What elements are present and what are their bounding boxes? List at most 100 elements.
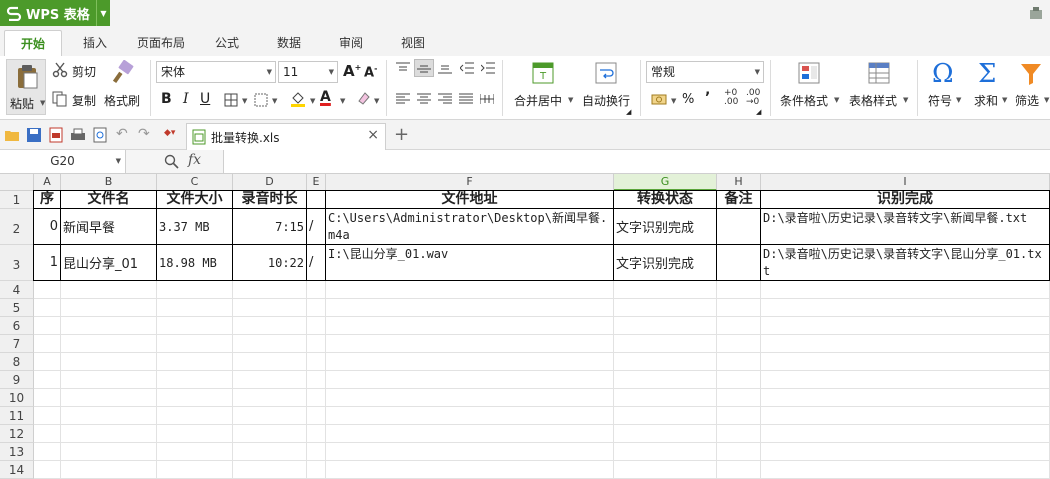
chevron-down-icon[interactable]: ▼ (96, 0, 110, 26)
open-folder-icon[interactable] (4, 127, 20, 143)
font-name-select[interactable]: 宋体 ▼ (156, 61, 276, 83)
table-header-cell[interactable]: 文件地址 (326, 191, 614, 209)
export-pdf-icon[interactable] (48, 127, 64, 143)
copy-button[interactable]: 复制 (72, 92, 96, 109)
merge-center-button[interactable]: T 合并居中 ▼ (510, 60, 576, 116)
align-top-icon[interactable] (396, 62, 410, 74)
row-header-5[interactable]: 5 (0, 299, 34, 317)
zoom-icon[interactable] (164, 154, 179, 169)
table-cell[interactable]: 10:22 (233, 245, 307, 281)
row-header-11[interactable]: 11 (0, 407, 34, 425)
align-bottom-icon[interactable] (438, 62, 452, 74)
row-header-2[interactable]: 2 (0, 209, 34, 245)
column-header-a[interactable]: A (34, 174, 61, 191)
increase-font-icon[interactable]: A+ (343, 62, 361, 80)
table-style-button[interactable]: 表格样式 ▼ (846, 60, 912, 116)
bold-icon[interactable]: B (161, 91, 172, 107)
column-header-e[interactable]: E (307, 174, 326, 191)
table-cell[interactable]: 新闻早餐 (61, 209, 157, 245)
table-header-cell[interactable]: 文件大小 (157, 191, 233, 209)
chevron-down-icon[interactable]: ▼ (272, 97, 277, 105)
table-header-cell[interactable]: 转换状态 (614, 191, 717, 209)
name-box[interactable]: G20 ▼ (0, 150, 126, 173)
function-icon[interactable]: fx (188, 152, 201, 168)
sum-button[interactable]: Σ 求和 ▼ (968, 60, 1010, 116)
row-header-13[interactable]: 13 (0, 443, 34, 461)
clear-format-icon[interactable] (355, 91, 371, 107)
table-cell[interactable]: / (307, 209, 326, 245)
font-size-select[interactable]: 11 ▼ (278, 61, 338, 83)
row-header-1[interactable]: 1 (0, 191, 34, 209)
formula-input[interactable] (224, 150, 1050, 173)
redo-icon[interactable]: ↷ (138, 126, 150, 142)
table-cell[interactable]: 18.98 MB (157, 245, 233, 281)
chevron-down-icon[interactable]: ▼ (340, 97, 345, 105)
document-tab[interactable]: 批量转换.xls × (186, 123, 386, 150)
customize-toolbar-icon[interactable]: ◆▾ (164, 128, 175, 138)
symbol-button[interactable]: Ω 符号 ▼ (922, 60, 964, 116)
table-cell[interactable]: 文字识别完成 (614, 245, 717, 281)
chevron-down-icon[interactable]: ▼ (374, 97, 379, 105)
underline-icon[interactable]: U (200, 91, 210, 107)
column-header-d[interactable]: D (233, 174, 307, 191)
format-painter-button[interactable]: 格式刷 (104, 92, 140, 109)
fill-color-icon[interactable] (290, 90, 306, 108)
tab-review[interactable]: 审阅 (324, 30, 378, 56)
tab-home[interactable]: 开始 (4, 30, 62, 56)
app-menu-button[interactable]: WPS 表格 ▼ (0, 0, 110, 26)
dialog-launcher-icon[interactable]: ◢ (626, 108, 631, 116)
print-icon[interactable] (70, 127, 86, 143)
table-header-cell[interactable]: 录音时长 (233, 191, 307, 209)
new-tab-icon[interactable]: + (394, 124, 409, 145)
format-painter-icon[interactable] (110, 60, 136, 86)
save-icon[interactable] (26, 127, 42, 143)
filter-button[interactable]: 筛选 ▼ (1012, 60, 1050, 116)
paste-button[interactable]: 粘贴 ▼ (6, 59, 46, 115)
table-cell[interactable]: 1 (34, 245, 61, 281)
conditional-format-button[interactable]: 条件格式 ▼ (776, 60, 842, 116)
tab-insert[interactable]: 插入 (70, 30, 120, 56)
cell-style-icon[interactable] (254, 93, 268, 107)
tab-view[interactable]: 视图 (386, 30, 440, 56)
decrease-decimal-icon[interactable]: .00 →0 (746, 89, 760, 107)
row-header-12[interactable]: 12 (0, 425, 34, 443)
table-header-cell[interactable]: 序 (34, 191, 61, 209)
table-cell[interactable]: 昆山分享_01 (61, 245, 157, 281)
dialog-launcher-icon[interactable]: ◢ (756, 108, 761, 116)
distributed-align-icon[interactable] (480, 93, 494, 105)
row-header-6[interactable]: 6 (0, 317, 34, 335)
row-header-7[interactable]: 7 (0, 335, 34, 353)
copy-icon[interactable] (52, 91, 68, 107)
column-header-i[interactable]: I (761, 174, 1050, 191)
table-cell[interactable]: 7:15 (233, 209, 307, 245)
align-middle-button[interactable] (414, 59, 434, 77)
table-header-cell[interactable]: 识别完成 (761, 191, 1050, 209)
increase-indent-icon[interactable] (481, 62, 495, 74)
chevron-down-icon[interactable]: ▼ (242, 97, 247, 105)
tab-page-layout[interactable]: 页面布局 (130, 30, 192, 56)
table-cell[interactable] (717, 245, 761, 281)
print-preview-icon[interactable] (92, 127, 108, 143)
justify-icon[interactable] (459, 93, 473, 105)
chevron-down-icon[interactable]: ▼ (310, 97, 315, 105)
column-header-h[interactable]: H (717, 174, 761, 191)
close-icon[interactable]: × (367, 127, 379, 143)
undo-icon[interactable]: ↶ (116, 126, 128, 142)
align-left-icon[interactable] (396, 93, 410, 105)
decrease-indent-icon[interactable] (460, 62, 474, 74)
row-header-4[interactable]: 4 (0, 281, 34, 299)
select-all-corner[interactable] (0, 174, 34, 191)
skin-icon[interactable] (1028, 5, 1044, 21)
border-icon[interactable] (224, 93, 238, 107)
row-header-3[interactable]: 3 (0, 245, 34, 281)
table-cell[interactable]: 文字识别完成 (614, 209, 717, 245)
table-header-cell[interactable] (307, 191, 326, 209)
number-format-select[interactable]: 常规 ▼ (646, 61, 764, 83)
font-color-icon[interactable]: A (320, 89, 331, 105)
percent-button[interactable]: % (682, 92, 694, 107)
row-header-10[interactable]: 10 (0, 389, 34, 407)
row-header-8[interactable]: 8 (0, 353, 34, 371)
align-right-icon[interactable] (438, 93, 452, 105)
table-cell[interactable]: 3.37 MB (157, 209, 233, 245)
table-header-cell[interactable]: 备注 (717, 191, 761, 209)
